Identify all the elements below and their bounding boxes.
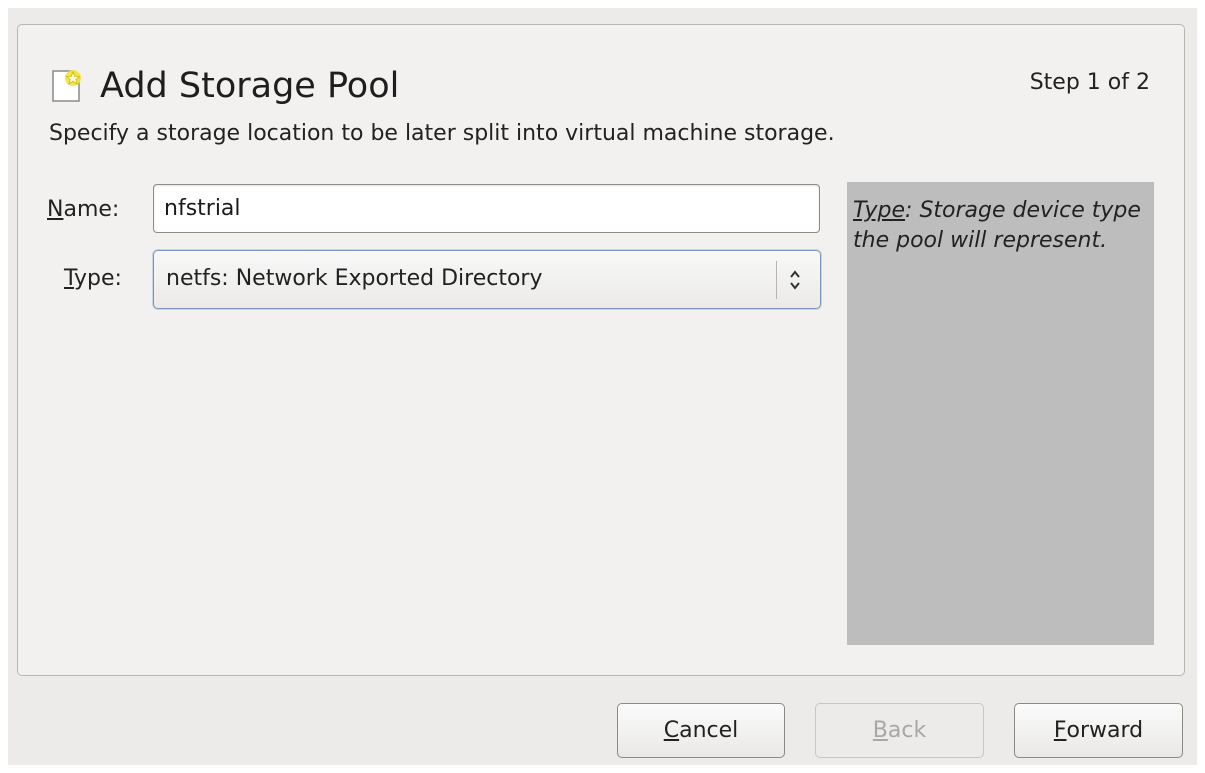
help-text: Type: Storage device type the pool will … xyxy=(853,196,1149,256)
back-label: ack xyxy=(887,718,927,743)
cancel-mnemonic: C xyxy=(663,718,680,743)
type-label: Type: xyxy=(64,264,122,294)
back-button[interactable]: Back xyxy=(815,703,984,758)
forward-mnemonic: F xyxy=(1053,718,1067,743)
page-subtitle: Specify a storage location to be later s… xyxy=(49,121,835,146)
forward-button[interactable]: Forward xyxy=(1014,703,1183,758)
name-label-mnemonic: N xyxy=(47,197,64,222)
type-select-separator xyxy=(776,261,777,299)
name-label-text: ame: xyxy=(63,197,120,222)
name-label: Name: xyxy=(47,195,119,225)
name-input[interactable] xyxy=(153,184,820,233)
up-down-arrows-icon xyxy=(790,270,800,290)
back-mnemonic: B xyxy=(872,718,888,743)
help-panel: Type: Storage device type the pool will … xyxy=(847,182,1154,645)
help-keyword: Type xyxy=(853,198,906,223)
type-label-text: ype: xyxy=(74,266,122,291)
forward-label: orward xyxy=(1066,718,1144,743)
new-storage-pool-icon xyxy=(52,70,81,102)
cancel-button[interactable]: Cancel xyxy=(617,703,785,758)
page-title: Add Storage Pool xyxy=(100,66,400,106)
type-select-value: netfs: Network Exported Directory xyxy=(166,266,543,291)
type-label-mnemonic: T xyxy=(64,266,75,291)
type-select[interactable]: netfs: Network Exported Directory xyxy=(153,250,821,309)
step-indicator: Step 1 of 2 xyxy=(1029,70,1150,95)
cancel-label: ancel xyxy=(679,718,739,743)
